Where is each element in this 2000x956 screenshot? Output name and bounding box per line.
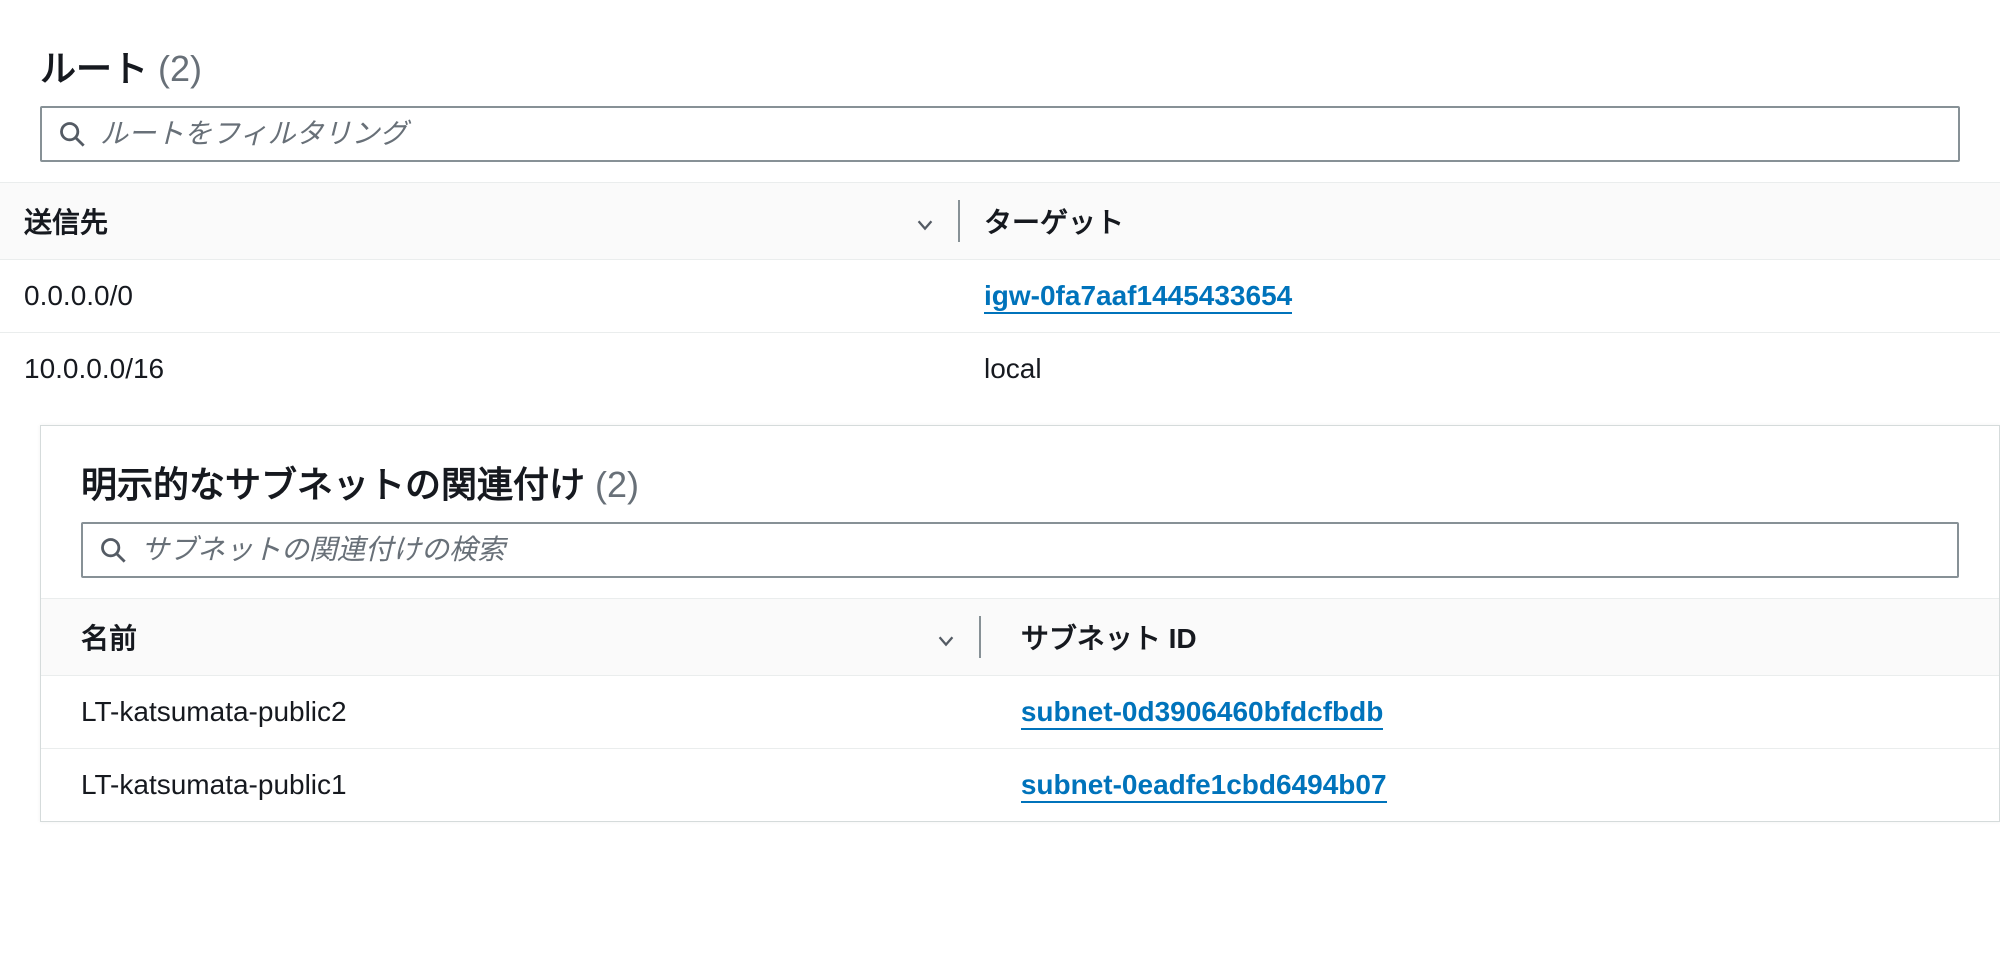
subnet-col-id[interactable]: サブネット ID: [981, 599, 1999, 676]
sort-icon: [914, 210, 936, 232]
routes-col-target[interactable]: ターゲット: [960, 183, 2000, 260]
subnet-id-link[interactable]: subnet-0d3906460bfdcfbdb: [1021, 696, 1384, 730]
search-icon: [58, 120, 86, 148]
routes-header: ルート (2): [0, 20, 2000, 106]
subnet-header: 明示的なサブネットの関連付け (2): [41, 436, 1999, 522]
routes-col-destination[interactable]: 送信先: [0, 183, 960, 260]
subnet-title: 明示的なサブネットの関連付け: [81, 456, 585, 508]
routes-title: ルート: [40, 40, 148, 92]
subnet-search[interactable]: [81, 522, 1959, 578]
routes-search[interactable]: [40, 106, 1960, 162]
table-row: LT-katsumata-public1 subnet-0eadfe1cbd64…: [41, 749, 1999, 822]
subnet-col-name[interactable]: 名前: [41, 599, 981, 676]
subnet-id-link[interactable]: subnet-0eadfe1cbd6494b07: [1021, 769, 1387, 803]
subnet-name: LT-katsumata-public1: [41, 749, 981, 822]
routes-col-target-label: ターゲット: [984, 201, 1124, 241]
subnet-col-id-label: サブネット ID: [1021, 617, 1197, 657]
sort-icon: [935, 626, 957, 648]
route-target-text: local: [960, 333, 2000, 406]
subnet-associations-panel: 明示的なサブネットの関連付け (2) 名前: [40, 425, 2000, 822]
routes-search-input[interactable]: [100, 118, 1942, 150]
routes-count: (2): [158, 48, 202, 90]
subnet-search-input[interactable]: [141, 534, 1941, 566]
routes-table: 送信先 ターゲット 0.0.0.0/0: [0, 182, 2000, 405]
routes-panel: ルート (2) 送信先: [0, 20, 2000, 405]
subnet-name: LT-katsumata-public2: [41, 676, 981, 749]
routes-col-destination-label: 送信先: [24, 201, 108, 241]
table-row: 0.0.0.0/0 igw-0fa7aaf1445433654: [0, 260, 2000, 333]
subnet-table: 名前 サブネット ID LT-katsumat: [41, 598, 1999, 821]
subnet-col-name-label: 名前: [81, 617, 137, 657]
subnet-count: (2): [595, 464, 639, 506]
table-row: LT-katsumata-public2 subnet-0d3906460bfd…: [41, 676, 1999, 749]
table-row: 10.0.0.0/16 local: [0, 333, 2000, 406]
search-icon: [99, 536, 127, 564]
route-target-link[interactable]: igw-0fa7aaf1445433654: [984, 280, 1292, 314]
route-destination: 10.0.0.0/16: [0, 333, 960, 406]
route-destination: 0.0.0.0/0: [0, 260, 960, 333]
